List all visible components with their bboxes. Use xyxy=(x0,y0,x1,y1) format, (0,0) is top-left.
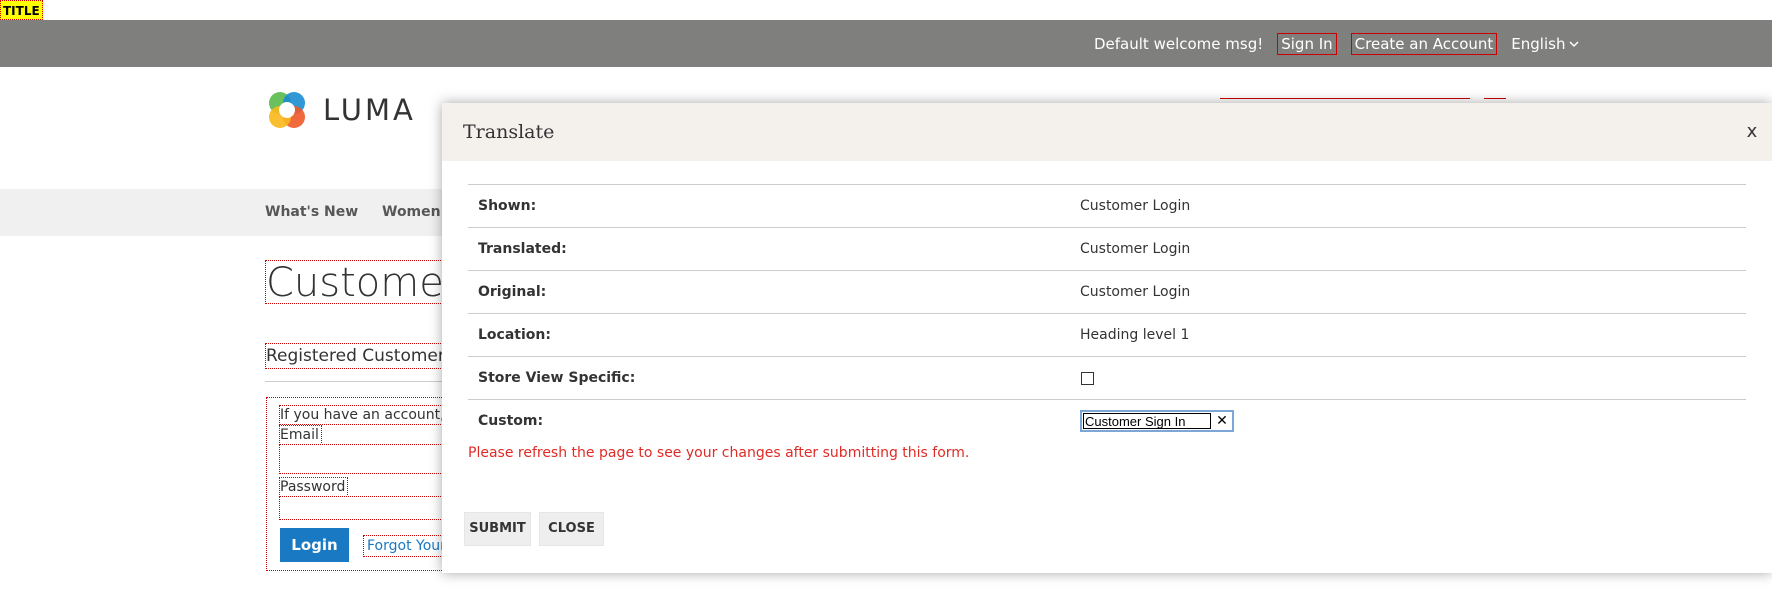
login-form: If you have an account, sign in with you… xyxy=(266,397,449,571)
create-account-link[interactable]: Create an Account xyxy=(1350,32,1498,55)
header-links: Default welcome msg! Sign In Create an A… xyxy=(1094,20,1593,67)
sign-in-link[interactable]: Sign In xyxy=(1277,32,1337,55)
language-switcher[interactable]: English xyxy=(1511,35,1579,53)
section-divider xyxy=(265,381,445,382)
custom-label: Custom: xyxy=(478,413,544,429)
logo-text: LUMA xyxy=(323,93,416,127)
refresh-notice: Please refresh the page to see your chan… xyxy=(468,445,970,461)
email-label: Email xyxy=(279,425,322,445)
translate-table: Shown: Customer Login Translated: Custom… xyxy=(468,184,1746,443)
email-field[interactable] xyxy=(279,444,449,474)
translated-value: Customer Login xyxy=(1080,241,1191,257)
shown-value: Customer Login xyxy=(1080,198,1191,214)
location-label: Location: xyxy=(478,327,551,343)
close-button[interactable]: CLOSE xyxy=(539,512,604,546)
login-button[interactable]: Login xyxy=(280,528,349,562)
original-label: Original: xyxy=(478,284,547,300)
password-label: Password xyxy=(279,477,349,497)
store-view-checkbox[interactable] xyxy=(1081,372,1094,385)
nav-item-women[interactable]: Women xyxy=(382,189,441,236)
table-row: Store View Specific: xyxy=(468,357,1746,400)
modal-header: Translate x xyxy=(442,103,1772,161)
submit-button[interactable]: SUBMIT xyxy=(464,512,531,546)
table-row: Translated: Customer Login xyxy=(468,228,1746,271)
original-value: Customer Login xyxy=(1080,284,1191,300)
page-title[interactable]: Customer Login xyxy=(265,260,445,304)
top-bar: Default welcome msg! Sign In Create an A… xyxy=(0,20,1772,67)
table-row: Location: Heading level 1 xyxy=(468,314,1746,357)
close-icon[interactable]: x xyxy=(1740,119,1764,145)
title-badge: TITLE xyxy=(0,0,43,20)
shown-label: Shown: xyxy=(478,198,537,214)
forgot-password-link[interactable]: Forgot Your Password? xyxy=(363,535,447,557)
nav-item-whats-new[interactable]: What's New xyxy=(265,189,358,236)
custom-translation-input[interactable] xyxy=(1083,413,1211,429)
modal-title: Translate xyxy=(463,121,555,143)
store-view-label: Store View Specific: xyxy=(478,370,636,386)
table-row: Original: Customer Login xyxy=(468,271,1746,314)
luma-logo-icon xyxy=(269,92,305,128)
password-field[interactable] xyxy=(279,496,449,520)
custom-input-wrapper: ✕ xyxy=(1080,410,1234,432)
table-row: Shown: Customer Login xyxy=(468,185,1746,228)
luma-logo[interactable]: LUMA xyxy=(265,88,416,132)
language-label: English xyxy=(1511,34,1566,53)
login-intro-text: If you have an account, sign in with you… xyxy=(279,405,449,425)
table-row: Custom: ✕ xyxy=(468,400,1746,443)
translated-label: Translated: xyxy=(478,241,567,257)
chevron-down-icon xyxy=(1569,40,1579,47)
welcome-message: Default welcome msg! xyxy=(1094,34,1264,53)
location-value: Heading level 1 xyxy=(1080,327,1190,343)
translate-modal: Translate x Shown: Customer Login Transl… xyxy=(442,103,1772,573)
section-title[interactable]: Registered Customers xyxy=(265,343,445,369)
clear-icon[interactable]: ✕ xyxy=(1214,412,1230,430)
